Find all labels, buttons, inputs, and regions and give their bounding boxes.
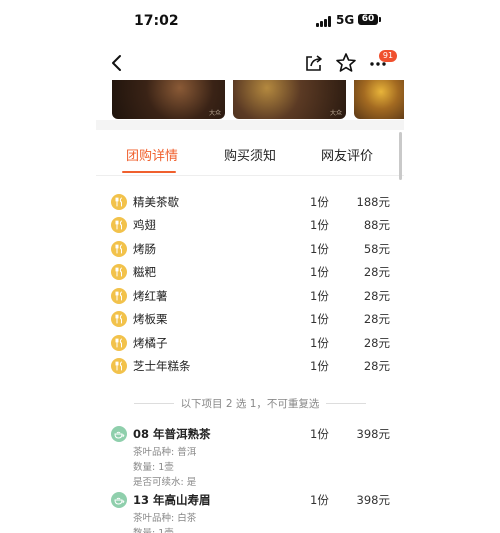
share-icon[interactable] — [304, 53, 324, 73]
tea-detail: 数量: 1壶 — [133, 462, 174, 473]
item-name: 烤红薯 — [133, 289, 168, 303]
section-gap — [96, 120, 404, 130]
photo-watermark: 大众 — [208, 110, 221, 117]
list-item: 鸡翅 1份 88元 — [96, 215, 404, 235]
utensils-icon — [111, 264, 127, 280]
status-time: 17:02 — [134, 13, 179, 29]
list-item: 烤红薯 1份 28元 — [96, 286, 404, 306]
list-item: 糍粑 1份 28元 — [96, 262, 404, 282]
item-price: 28元 — [363, 312, 390, 326]
tea-detail: 数量: 1壶 — [133, 525, 174, 533]
network-type: 5G — [336, 13, 355, 27]
tea-option-name: 08 年普洱熟茶 — [133, 427, 211, 441]
scrollbar[interactable] — [399, 132, 402, 180]
utensils-icon — [111, 241, 127, 257]
photo-strip[interactable]: 大众 大众 — [96, 80, 404, 120]
photo-3[interactable] — [354, 80, 404, 119]
item-price: 28元 — [363, 359, 390, 373]
item-price: 188元 — [356, 195, 390, 209]
list-item: 烤橘子 1份 28元 — [96, 333, 404, 353]
item-quantity: 1份 — [310, 336, 329, 350]
tea-option-price: 398元 — [356, 493, 390, 507]
tea-detail: 茶叶品种: 白茶 — [133, 513, 197, 524]
teapot-icon — [111, 426, 127, 442]
list-item: 芝士年糕条 1份 28元 — [96, 356, 404, 376]
utensils-icon — [111, 335, 127, 351]
photo-watermark: 大众 — [329, 110, 342, 117]
utensils-icon — [111, 194, 127, 210]
item-quantity: 1份 — [310, 242, 329, 256]
item-quantity: 1份 — [310, 359, 329, 373]
tab-bar: 团购详情 购买须知 网友评价 — [96, 130, 404, 176]
item-name: 芝士年糕条 — [133, 359, 191, 373]
tea-option-quantity: 1份 — [310, 493, 329, 507]
item-name: 烤板栗 — [133, 312, 168, 326]
list-item: 烤板栗 1份 28元 — [96, 309, 404, 329]
phone-screen: 17:02 5G 60 91 大众 大众 团购详情 购买须知 网友评价 精美茶歇… — [96, 0, 404, 533]
tea-detail: 是否可续水: 是 — [133, 477, 197, 488]
utensils-icon — [111, 217, 127, 233]
item-quantity: 1份 — [310, 195, 329, 209]
item-price: 28元 — [363, 265, 390, 279]
tea-option-quantity: 1份 — [310, 427, 329, 441]
battery-icon: 60 — [358, 14, 381, 25]
item-name: 鸡翅 — [133, 218, 156, 232]
list-item: 烤肠 1份 58元 — [96, 239, 404, 259]
choice-divider: 以下项目 2 选 1，不可重复选 — [96, 395, 404, 411]
item-quantity: 1份 — [310, 218, 329, 232]
teapot-icon — [111, 492, 127, 508]
tea-option-price: 398元 — [356, 427, 390, 441]
signal-icon — [316, 16, 332, 27]
tea-detail: 茶叶品种: 普洱 — [133, 447, 197, 458]
item-quantity: 1份 — [310, 312, 329, 326]
photo-2[interactable]: 大众 — [233, 80, 346, 119]
item-price: 28元 — [363, 289, 390, 303]
photo-1[interactable]: 大众 — [112, 80, 225, 119]
list-item: 精美茶歇 1份 188元 — [96, 192, 404, 212]
star-icon[interactable] — [335, 52, 357, 74]
item-quantity: 1份 — [310, 289, 329, 303]
item-price: 28元 — [363, 336, 390, 350]
item-price: 88元 — [363, 218, 390, 232]
utensils-icon — [111, 311, 127, 327]
item-name: 烤橘子 — [133, 336, 168, 350]
active-tab-indicator — [122, 171, 176, 173]
tea-option-name: 13 年高山寿眉 — [133, 493, 211, 507]
item-name: 精美茶歇 — [133, 195, 179, 209]
tab-deal-details[interactable]: 团购详情 — [126, 145, 178, 164]
tab-purchase-notes[interactable]: 购买须知 — [224, 145, 276, 164]
utensils-icon — [111, 288, 127, 304]
item-quantity: 1份 — [310, 265, 329, 279]
utensils-icon — [111, 358, 127, 374]
item-price: 58元 — [363, 242, 390, 256]
tab-reviews[interactable]: 网友评价 — [321, 145, 373, 164]
back-icon[interactable] — [108, 54, 126, 72]
item-name: 糍粑 — [133, 265, 156, 279]
notification-badge: 91 — [379, 50, 397, 62]
item-name: 烤肠 — [133, 242, 156, 256]
